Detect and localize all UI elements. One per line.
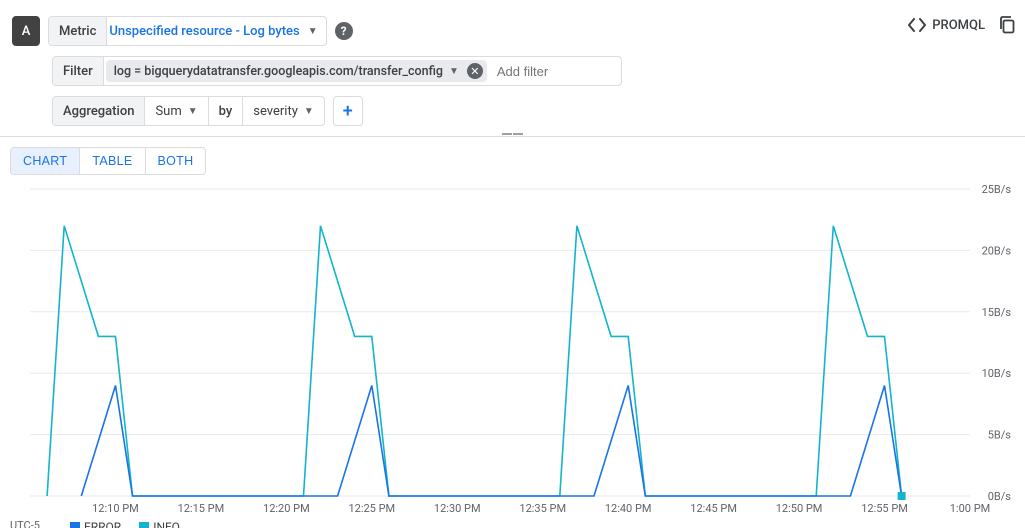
series-end-marker [898,492,906,500]
series-info[interactable] [47,226,902,496]
promql-label: PROMQL [932,18,985,33]
aggregation-groupby[interactable]: severity ▼ [243,97,324,125]
svg-text:12:45 PM: 12:45 PM [690,502,737,515]
svg-text:12:15 PM: 12:15 PM [178,502,225,515]
panel-divider[interactable] [0,136,1025,137]
metric-picker[interactable]: Metric Unspecified resource - Log bytes … [48,16,327,46]
chevron-down-icon: ▼ [308,26,318,37]
chart-legend: ERROR INFO [70,520,180,528]
filter-chip[interactable]: log = bigquerydatatransfer.googleapis.co… [106,60,487,82]
chevron-down-icon: ▼ [304,106,314,117]
filter-picker[interactable]: Filter log = bigquerydatatransfer.google… [52,56,622,86]
promql-toggle[interactable]: PROMQL [908,18,985,33]
chevron-down-icon: ▼ [188,106,198,117]
drag-handle-icon [501,133,525,139]
svg-text:10B/s: 10B/s [982,367,1012,380]
view-tab-both[interactable]: BOTH [146,148,206,174]
svg-text:15B/s: 15B/s [982,306,1012,319]
add-filter-input[interactable] [495,63,605,80]
metric-value: Unspecified resource - Log bytes [99,24,305,39]
svg-text:12:55 PM: 12:55 PM [861,502,908,515]
svg-text:12:10 PM: 12:10 PM [92,502,139,515]
svg-text:12:20 PM: 12:20 PM [263,502,310,515]
view-toggle: CHARTTABLEBOTH [10,147,206,175]
svg-text:5B/s: 5B/s [988,429,1012,442]
remove-filter-icon[interactable]: ✕ [467,63,483,79]
help-icon[interactable]: ? [335,22,353,40]
copy-icon[interactable] [999,16,1015,34]
svg-text:0B/s: 0B/s [988,490,1012,503]
legend-item-info[interactable]: INFO [139,520,180,528]
chevron-down-icon: ▼ [449,66,459,77]
svg-text:12:25 PM: 12:25 PM [348,502,395,515]
timezone-label: UTC-5 [10,519,40,528]
add-aggregation-button[interactable]: + [333,96,363,126]
code-icon [908,18,926,32]
query-letter-badge[interactable]: A [12,16,40,46]
aggregation-picker[interactable]: Aggregation Sum ▼ by severity ▼ [52,96,325,126]
metrics-chart[interactable]: 0B/s 5B/s 10B/s 15B/s 20B/s 25B/s 12:10 PM 12:1… [10,181,1015,516]
aggregation-fn[interactable]: Sum ▼ [145,97,208,125]
svg-text:12:40 PM: 12:40 PM [605,502,652,515]
legend-item-error[interactable]: ERROR [70,520,121,528]
svg-text:1:00 PM: 1:00 PM [950,502,990,515]
filter-chip-text: log = bigquerydatatransfer.googleapis.co… [114,64,443,79]
series-error[interactable] [81,386,901,497]
svg-text:20B/s: 20B/s [982,244,1012,257]
view-tab-table[interactable]: TABLE [80,148,145,174]
by-label: by [209,97,244,125]
svg-text:12:30 PM: 12:30 PM [434,502,481,515]
svg-text:25B/s: 25B/s [982,183,1012,196]
view-tab-chart[interactable]: CHART [11,148,80,174]
svg-text:12:35 PM: 12:35 PM [519,502,566,515]
svg-text:12:50 PM: 12:50 PM [776,502,823,515]
aggregation-label: Aggregation [53,97,145,125]
